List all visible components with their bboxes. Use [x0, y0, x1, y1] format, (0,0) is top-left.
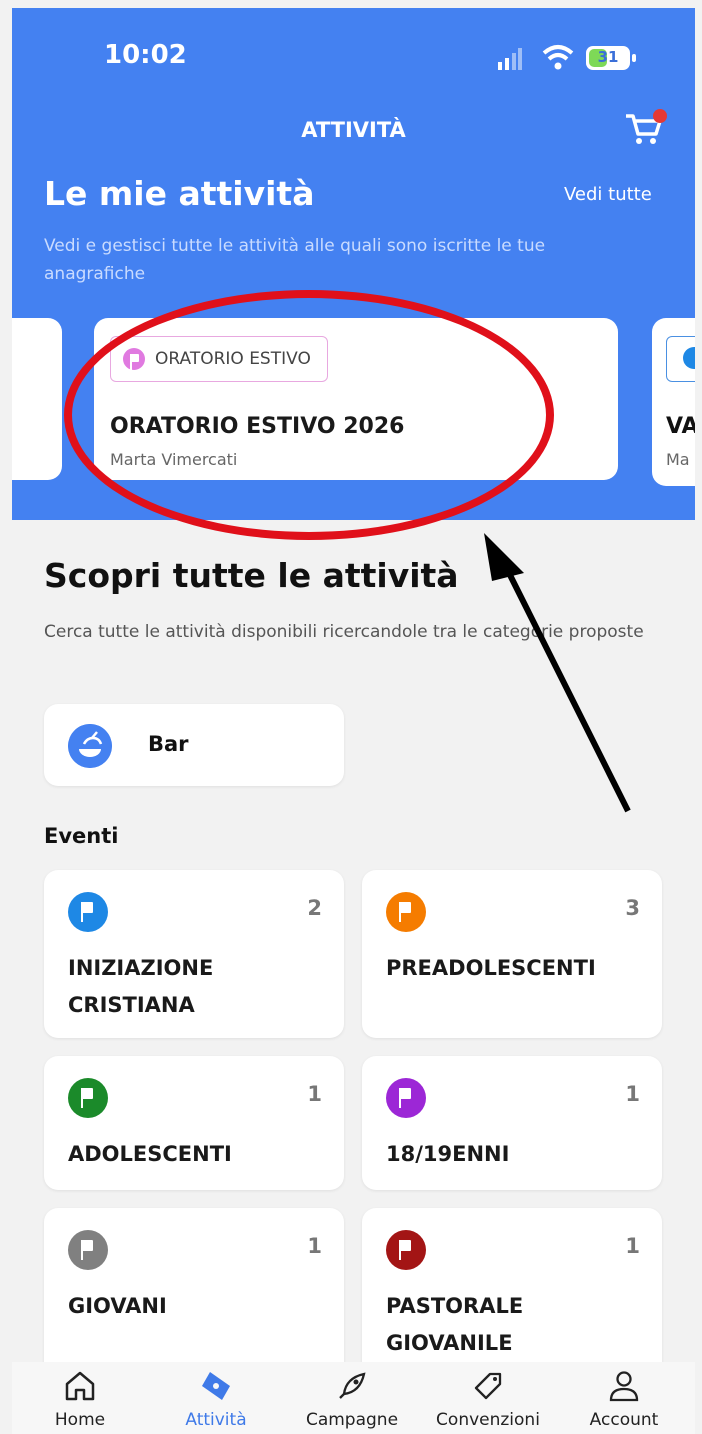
- tab-campaigns[interactable]: Campagne: [284, 1362, 420, 1434]
- flag-icon: [386, 1230, 426, 1270]
- rocket-icon: [339, 1372, 366, 1399]
- tab-label: Home: [54, 1410, 106, 1430]
- activity-card-previous[interactable]: [12, 318, 62, 480]
- event-category-card[interactable]: 1 18/19ENNI: [362, 1056, 662, 1190]
- tag-icon: [474, 1372, 502, 1400]
- tab-account[interactable]: Account: [556, 1362, 692, 1434]
- home-icon: [65, 1371, 95, 1401]
- event-count: 2: [307, 896, 322, 920]
- event-category-card[interactable]: 3 PREADOLESCENTI: [362, 870, 662, 1038]
- activity-card-subtitle: Ma: [666, 450, 690, 469]
- tab-home[interactable]: Home: [12, 1362, 148, 1434]
- event-category-card[interactable]: 1 PASTORALE GIOVANILE: [362, 1208, 662, 1388]
- event-count: 3: [625, 896, 640, 920]
- event-category-label: ADOLESCENTI: [68, 1142, 232, 1166]
- status-time: 10:02: [104, 40, 187, 70]
- my-activities-title: Le mie attività: [44, 174, 315, 213]
- flag-icon: [683, 347, 695, 369]
- activity-card-title: VA: [666, 414, 695, 439]
- see-all-link[interactable]: Vedi tutte: [564, 184, 652, 205]
- event-count: 1: [625, 1082, 640, 1106]
- wifi-icon: [542, 45, 574, 70]
- cart-icon[interactable]: [624, 108, 668, 148]
- flag-icon: [68, 1230, 108, 1270]
- tab-conventions[interactable]: Convenzioni: [420, 1362, 556, 1434]
- tab-label: Convenzioni: [436, 1410, 540, 1430]
- flag-icon: [68, 892, 108, 932]
- my-activities-description: Vedi e gestisci tutte le attività alle q…: [44, 236, 546, 284]
- annotation-circle: [64, 290, 554, 540]
- tab-label: Account: [589, 1410, 659, 1430]
- event-count: 1: [307, 1234, 322, 1258]
- event-category-card[interactable]: 1 ADOLESCENTI: [44, 1056, 344, 1190]
- events-section-title: Eventi: [44, 824, 119, 848]
- event-category-label: GIOVANI: [68, 1294, 167, 1318]
- activity-card-next[interactable]: VA Ma: [652, 318, 695, 486]
- event-category-card[interactable]: 2 INIZIAZIONE CRISTIANA: [44, 870, 344, 1038]
- tab-activities[interactable]: Attività: [148, 1362, 284, 1434]
- event-category-label: 18/19ENNI: [386, 1142, 510, 1166]
- event-category-label: PREADOLESCENTI: [386, 956, 596, 980]
- app-screen: 10:02 31 ATTIVITÀ Le mie attività Vedi t…: [12, 8, 695, 1434]
- annotation-arrow: [484, 533, 631, 813]
- event-count: 1: [625, 1234, 640, 1258]
- battery-level: 31: [597, 48, 619, 66]
- user-icon: [609, 1371, 639, 1402]
- tab-bar: Home Attività Campagne Convenzioni Accou…: [12, 1362, 695, 1434]
- event-category-label: INIZIAZIONE CRISTIANA: [68, 956, 214, 1017]
- ticket-icon: [202, 1372, 230, 1400]
- bar-category-label: Bar: [148, 732, 189, 756]
- discover-title: Scopri tutte le attività: [44, 556, 459, 595]
- flag-icon: [68, 1078, 108, 1118]
- tab-label: Attività: [185, 1410, 247, 1430]
- event-count: 1: [307, 1082, 322, 1106]
- signal-icon: [498, 48, 522, 70]
- food-icon: [68, 724, 112, 768]
- nav-title: ATTIVITÀ: [301, 118, 406, 142]
- battery-icon: 31: [586, 46, 636, 70]
- activity-tag: [666, 336, 695, 382]
- flag-icon: [386, 892, 426, 932]
- event-category-label: PASTORALE GIOVANILE: [386, 1294, 524, 1355]
- bar-category-button[interactable]: Bar: [44, 704, 344, 786]
- event-category-card[interactable]: 1 GIOVANI: [44, 1208, 344, 1388]
- tab-label: Campagne: [305, 1410, 399, 1430]
- flag-icon: [386, 1078, 426, 1118]
